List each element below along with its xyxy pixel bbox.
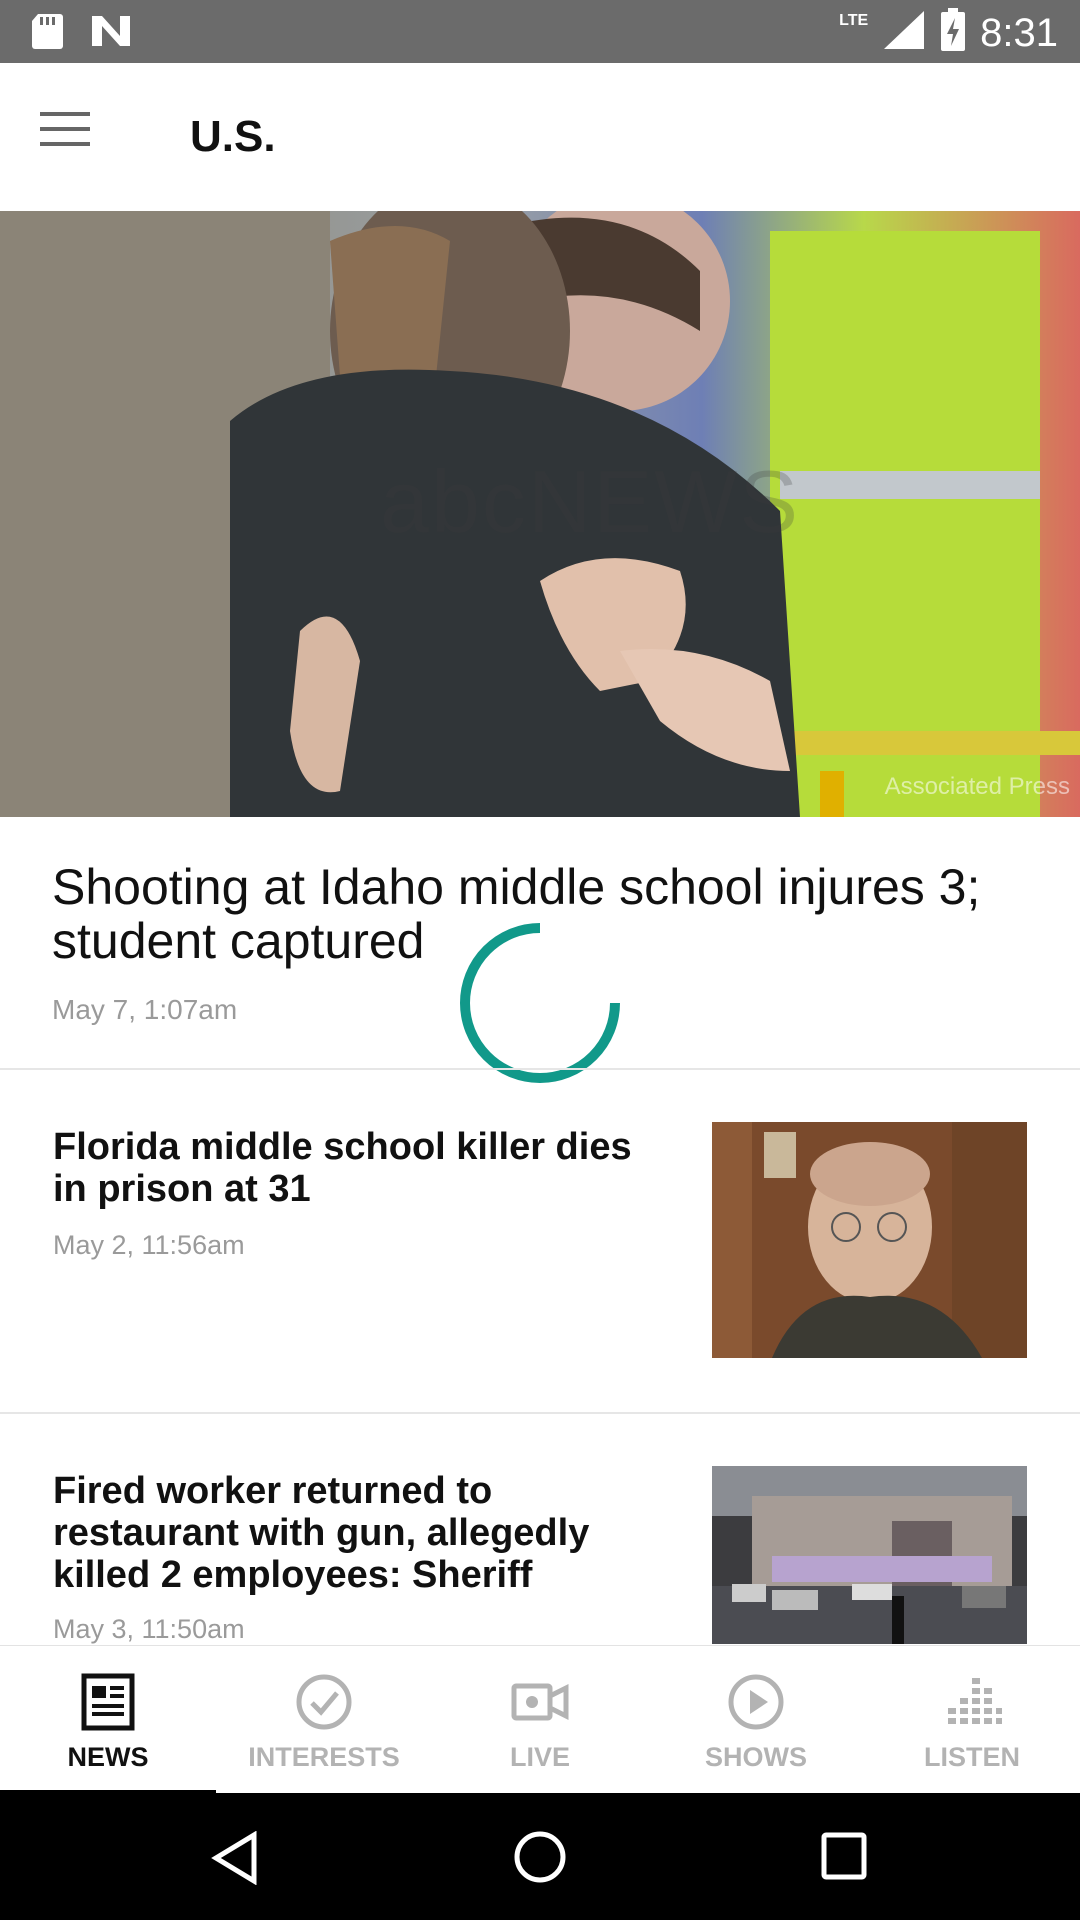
recents-icon[interactable]: [820, 1831, 868, 1886]
hero-watermark: abcNEWS: [380, 452, 800, 551]
hero-date: May 7, 1:07am: [52, 994, 238, 1025]
app-bar: U.S.: [0, 63, 1080, 212]
tab-label: NEWS: [67, 1742, 149, 1772]
tab-label: INTERESTS: [248, 1742, 400, 1772]
signal-icon: [882, 9, 926, 56]
article-headline[interactable]: Florida middle school killer dies in pri…: [53, 1126, 663, 1210]
battery-charging-icon: [940, 8, 966, 57]
tab-interests[interactable]: INTERESTS: [216, 1646, 432, 1794]
article-date: May 2, 11:56am: [53, 1230, 245, 1260]
equalizer-icon: [942, 1672, 1002, 1732]
article-headline[interactable]: Fired worker returned to restaurant with…: [53, 1470, 663, 1596]
hero-image[interactable]: abcNEWS Associated Press: [0, 211, 1080, 817]
play-circle-icon: [726, 1672, 786, 1732]
article-thumbnail[interactable]: [712, 1122, 1027, 1358]
hamburger-menu-icon[interactable]: [40, 109, 106, 165]
tab-live[interactable]: LIVE: [432, 1646, 648, 1794]
page-title: U.S.: [190, 112, 276, 161]
tab-listen[interactable]: LISTEN: [864, 1646, 1080, 1794]
loading-spinner-icon: [455, 918, 625, 1088]
clock: 8:31: [980, 10, 1058, 55]
list-item[interactable]: Florida middle school killer dies in pri…: [0, 1070, 1080, 1412]
system-nav-bar: [0, 1793, 1080, 1920]
status-bar: LTE 8:31: [0, 0, 1080, 63]
sd-card-icon: [30, 12, 64, 55]
tab-news[interactable]: NEWS: [0, 1646, 216, 1794]
home-icon[interactable]: [512, 1829, 568, 1890]
back-icon[interactable]: [210, 1830, 260, 1890]
tab-label: SHOWS: [704, 1742, 807, 1772]
tab-shows[interactable]: SHOWS: [648, 1646, 864, 1794]
tab-label: LISTEN: [923, 1742, 1020, 1772]
video-camera-icon: [510, 1672, 570, 1732]
check-circle-icon: [294, 1672, 354, 1732]
bottom-nav: NEWS INTERESTS LIVE SHOWS LISTEN: [0, 1645, 1080, 1794]
tab-label: LIVE: [509, 1742, 570, 1772]
list-item[interactable]: Fired worker returned to restaurant with…: [0, 1414, 1080, 1644]
n-logo-icon: [90, 14, 132, 53]
article-thumbnail[interactable]: [712, 1466, 1027, 1644]
photo-credit: Associated Press: [884, 773, 1070, 800]
network-type: LTE: [839, 11, 869, 29]
article-date: May 3, 11:50am: [53, 1614, 245, 1644]
newspaper-icon: [78, 1672, 138, 1732]
